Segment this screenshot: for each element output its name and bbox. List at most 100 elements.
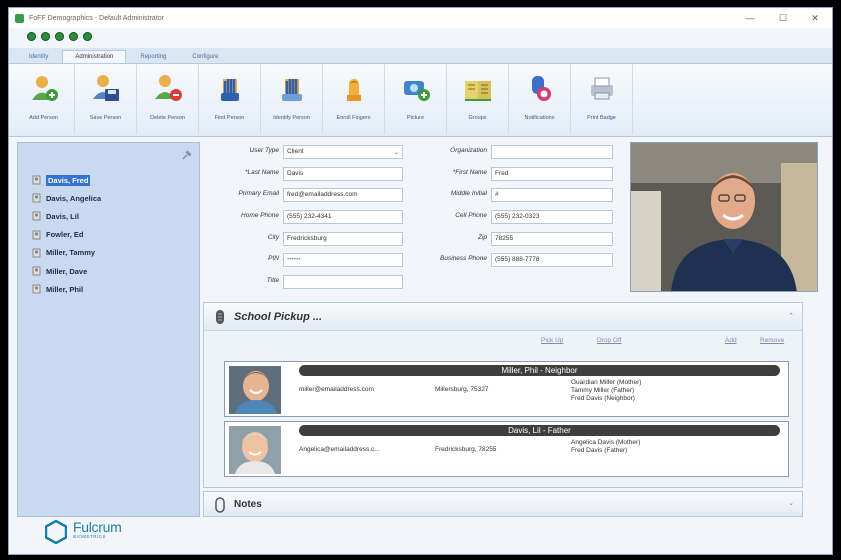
person-photo-image: [631, 143, 817, 291]
list-item[interactable]: Davis, Lil: [32, 207, 101, 225]
cell-phone-field[interactable]: (555) 232-0323: [491, 210, 613, 224]
maximize-button[interactable]: ☐: [777, 12, 789, 24]
list-item[interactable]: Miller, Phil: [32, 280, 101, 298]
close-button[interactable]: ✕: [809, 12, 821, 24]
person-icon: [32, 248, 41, 258]
notes-panel[interactable]: Notes ⌄: [203, 491, 803, 517]
child-photo: [229, 426, 281, 474]
zip-field[interactable]: 78255: [491, 232, 613, 246]
person-icon: [32, 211, 41, 221]
list-item[interactable]: Miller, Dave: [32, 262, 101, 280]
guardian-list: Angelica Davis (Mother) Fred Davis (Fath…: [571, 439, 640, 455]
notes-title: Notes: [234, 499, 262, 510]
undo-icon[interactable]: [27, 32, 36, 41]
identify-person-button[interactable]: Identify Person: [261, 64, 323, 134]
enroll-fingers-label: Enroll Fingers: [336, 115, 371, 121]
city-label: City: [267, 234, 279, 241]
title-field[interactable]: [283, 275, 403, 289]
first-name-field[interactable]: Fred: [491, 167, 613, 181]
guardian-name: Fred Davis (Neighbor): [571, 395, 635, 402]
tab-administration[interactable]: Administration: [62, 50, 127, 63]
child-name: Miller, Phil - Neighbor: [299, 365, 780, 376]
business-phone-field[interactable]: (555) 888-7778: [491, 253, 613, 267]
guardian-name: Tammy Miller (Father): [571, 387, 635, 394]
tab-reporting[interactable]: Reporting: [128, 51, 178, 63]
enroll-fingers-button[interactable]: Enroll Fingers: [323, 64, 385, 134]
add-person-button[interactable]: Add Person: [13, 64, 75, 134]
expand-icon[interactable]: ⌄: [788, 499, 794, 507]
person-icon: [32, 284, 41, 294]
user-type-select[interactable]: Client ⌄: [283, 145, 403, 159]
pickup-card[interactable]: Miller, Phil - Neighbor miller@emailaddr…: [224, 361, 789, 417]
middle-initial-field[interactable]: #: [491, 188, 613, 202]
print-badge-button[interactable]: Print Badge: [571, 64, 633, 134]
enroll-fingers-icon: [339, 73, 369, 103]
tab-configure[interactable]: Configure: [180, 51, 230, 63]
person-icon: [32, 175, 41, 185]
delete-person-button[interactable]: Delete Person: [137, 64, 199, 134]
tab-identity[interactable]: Identity: [17, 51, 60, 63]
minimize-button[interactable]: —: [744, 12, 756, 24]
people-list: Davis, Fred Davis, Angelica Davis, Lil F…: [32, 171, 101, 298]
groups-icon: [463, 73, 493, 103]
home-phone-field[interactable]: (555) 232-4341: [283, 210, 403, 224]
collapse-icon[interactable]: ⌃: [788, 312, 794, 320]
notifications-button[interactable]: Notifications: [509, 64, 571, 134]
print-badge-icon: [587, 73, 617, 103]
fulcrum-logo: Fulcrum BIOMETRICS: [45, 519, 122, 544]
ribbon-tabs: Identity Administration Reporting Config…: [9, 48, 832, 64]
guardian-name: Fred Davis (Father): [571, 447, 628, 454]
list-item[interactable]: Davis, Angelica: [32, 189, 101, 207]
forward-icon[interactable]: [83, 32, 92, 41]
pickup-card[interactable]: Davis, Lil - Father Angelica@emailaddres…: [224, 421, 789, 477]
zip-label: Zip: [477, 234, 487, 241]
notifications-icon: [525, 73, 555, 103]
pickup-icon: [214, 309, 226, 327]
business-phone-label: Business Phone: [440, 255, 487, 262]
back-icon[interactable]: [69, 32, 78, 41]
person-photo[interactable]: [630, 142, 818, 292]
remove-link[interactable]: Remove: [760, 337, 784, 344]
person-name: Davis, Fred: [46, 174, 91, 186]
refresh-icon[interactable]: [55, 32, 64, 41]
list-item[interactable]: Fowler, Ed: [32, 226, 101, 244]
add-link[interactable]: Add: [725, 337, 737, 344]
person-form: User Type Client ⌄ *Last Name Davis Prima…: [203, 142, 623, 302]
person-icon: [32, 266, 41, 276]
add-person-label: Add Person: [29, 115, 58, 121]
find-person-icon: [215, 73, 245, 103]
guardian-name: Guardian Miller (Mother): [571, 379, 642, 386]
child-name: Davis, Lil - Father: [299, 425, 780, 436]
drop-off-link[interactable]: Drop Off: [597, 337, 621, 344]
city-field[interactable]: Fredricksburg: [283, 232, 403, 246]
groups-button[interactable]: Groups: [447, 64, 509, 134]
organization-field[interactable]: [491, 145, 613, 159]
save-person-button[interactable]: Save Person: [75, 64, 137, 134]
pin-icon[interactable]: [181, 149, 193, 161]
picture-button[interactable]: Picture: [385, 64, 447, 134]
logo-icon: [45, 520, 67, 544]
app-icon: [15, 13, 24, 23]
window-title: FoFF Demographics - Default Administrato…: [29, 14, 164, 22]
child-email: miller@emailaddress.com: [299, 386, 374, 393]
person-name: Miller, Dave: [46, 266, 88, 276]
last-name-field[interactable]: Davis: [283, 167, 403, 181]
list-item[interactable]: Davis, Fred: [32, 171, 101, 189]
first-name-label: *First Name: [452, 169, 487, 176]
school-pickup-header[interactable]: School Pickup ... ⌃: [204, 303, 802, 331]
child-email: Angelica@emailaddress.c...: [299, 446, 380, 453]
app-window: FoFF Demographics - Default Administrato…: [8, 7, 833, 555]
user-type-value: Client: [287, 148, 304, 155]
list-item[interactable]: Miller, Tammy: [32, 244, 101, 262]
person-name: Fowler, Ed: [46, 230, 84, 240]
logo-name: Fulcrum: [73, 519, 122, 535]
delete-person-icon: [153, 73, 183, 103]
chevron-down-icon: ⌄: [393, 149, 399, 156]
redo-icon[interactable]: [41, 32, 50, 41]
pick-up-link[interactable]: Pick Up: [541, 337, 563, 344]
find-person-button[interactable]: Find Person: [199, 64, 261, 134]
find-person-label: Find Person: [214, 115, 245, 121]
title-label: Title: [266, 277, 279, 284]
pin-field[interactable]: ••••••: [283, 253, 403, 267]
primary-email-field[interactable]: fred@emailaddress.com: [283, 188, 403, 202]
